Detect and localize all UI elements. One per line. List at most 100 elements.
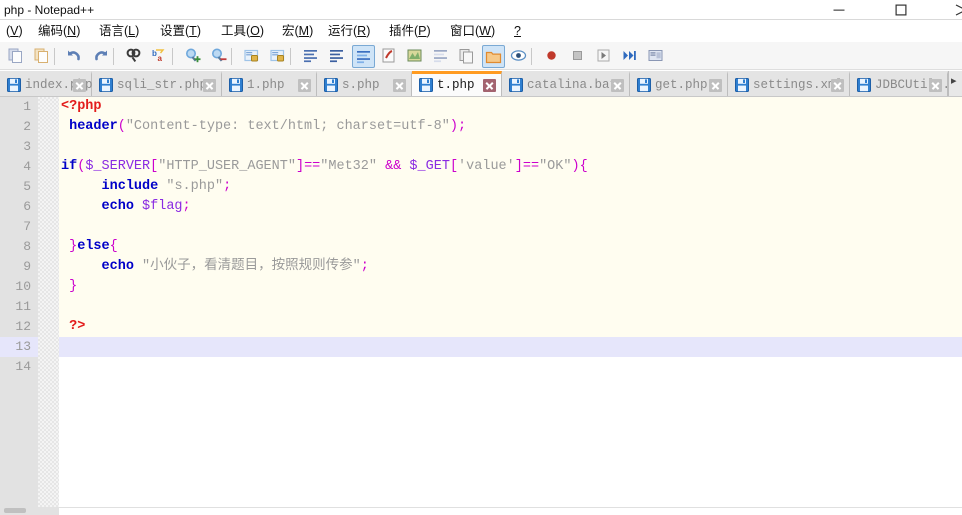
- code-line[interactable]: if($_SERVER["HTTP_USER_AGENT"]=="Met32" …: [59, 157, 962, 177]
- scroll-tabs-right-button[interactable]: [948, 71, 962, 96]
- menu-item-v[interactable]: (V): [4, 23, 25, 40]
- line-number: 10: [15, 279, 31, 294]
- menu-item-help[interactable]: ?: [512, 23, 523, 40]
- title-bar: php - Notepad++: [0, 0, 962, 20]
- tab-sqli-str-php[interactable]: sqli_str.php: [92, 71, 222, 96]
- user-define-icon[interactable]: [378, 45, 401, 68]
- tab-index-php[interactable]: index.php: [0, 71, 93, 96]
- run-multi-macro-icon[interactable]: [619, 45, 642, 68]
- line-number-gutter: 1 2 3 4 5 6 7 8 9 10 11 12 13 14: [0, 97, 38, 507]
- code-line[interactable]: [59, 137, 962, 157]
- menu-item-r[interactable]: 运行(R): [326, 23, 372, 40]
- tab-close-icon[interactable]: [611, 79, 624, 92]
- tab-close-icon[interactable]: [393, 79, 406, 92]
- save-macro-icon[interactable]: [645, 45, 668, 68]
- tab-1-php[interactable]: 1.php: [222, 71, 317, 96]
- word-wrap-icon[interactable]: [300, 45, 323, 68]
- tab-close-icon[interactable]: [203, 79, 216, 92]
- play-macro-icon[interactable]: [593, 45, 616, 68]
- code-line[interactable]: [59, 297, 962, 317]
- code-line[interactable]: header("Content-type: text/html; charset…: [59, 117, 962, 137]
- monitoring-icon[interactable]: [508, 45, 531, 68]
- code-line[interactable]: }else{: [59, 237, 962, 257]
- sync-vertical-icon-glyph: [244, 49, 259, 62]
- code-token: }: [69, 239, 78, 254]
- tab-settings-xml[interactable]: settings.xml: [728, 71, 850, 96]
- function-list-icon[interactable]: [430, 45, 453, 68]
- horizontal-scrollbar-thumb[interactable]: [4, 508, 26, 513]
- find-icon[interactable]: [123, 45, 146, 68]
- zoom-out-icon[interactable]: [208, 45, 231, 68]
- tab-jdbcutils-class[interactable]: JDBCUtils.class: [850, 71, 962, 96]
- code-line[interactable]: echo "小伙子，看清题目，按照规则传参";: [59, 257, 962, 277]
- code-line[interactable]: [59, 217, 962, 237]
- code-token: "Content-type: text/html; charset=utf-8": [125, 119, 450, 134]
- code-content[interactable]: <?php header("Content-type: text/html; c…: [59, 97, 962, 507]
- undo-icon[interactable]: [64, 45, 87, 68]
- code-line[interactable]: }: [59, 277, 962, 297]
- code-token: ?>: [69, 319, 86, 334]
- tab-close-icon[interactable]: [709, 79, 722, 92]
- sync-horizontal-icon[interactable]: [267, 45, 290, 68]
- menu-item-t[interactable]: 设置(T): [158, 23, 203, 40]
- tab-close-icon[interactable]: [831, 79, 844, 92]
- menu-item-m[interactable]: 宏(M): [280, 23, 315, 40]
- menu-item-o[interactable]: 工具(O): [219, 23, 266, 40]
- tab-close-icon[interactable]: [483, 79, 496, 92]
- stop-macro-icon[interactable]: [567, 45, 590, 68]
- replace-icon[interactable]: ba: [149, 45, 172, 68]
- line-number: 3: [23, 139, 31, 154]
- fold-margin[interactable]: [38, 97, 93, 507]
- run-multi-macro-icon-glyph: [623, 51, 636, 60]
- code-line[interactable]: <?php: [59, 97, 962, 117]
- menu-item-p[interactable]: 插件(P): [387, 23, 433, 40]
- tab-close-icon[interactable]: [73, 79, 86, 92]
- redo-icon-glyph: [95, 50, 107, 61]
- tab-close-icon[interactable]: [298, 79, 311, 92]
- code-token: ;: [182, 199, 191, 214]
- indent-guide-icon[interactable]: [352, 45, 375, 68]
- code-line[interactable]: include "s.php";: [59, 177, 962, 197]
- folder-explorer-icon[interactable]: [482, 45, 505, 68]
- tab-s-php[interactable]: s.php: [317, 71, 412, 96]
- doc-switcher-icon[interactable]: [456, 45, 479, 68]
- doc-map-icon-glyph: [407, 49, 422, 62]
- line-number: 11: [15, 299, 31, 314]
- zoom-in-icon[interactable]: [182, 45, 205, 68]
- code-line[interactable]: [59, 357, 962, 377]
- minimize-button[interactable]: [816, 0, 862, 20]
- tab-t-php[interactable]: t.php: [412, 71, 502, 96]
- redo-icon[interactable]: [90, 45, 113, 68]
- show-all-chars-icon[interactable]: [326, 45, 349, 68]
- sync-vertical-icon[interactable]: [241, 45, 264, 68]
- tab-label: sqli_str.php: [117, 78, 208, 92]
- line-number: 6: [23, 199, 31, 214]
- close-button[interactable]: [938, 0, 962, 20]
- code-line[interactable]: echo $flag;: [59, 197, 962, 217]
- line-number: 5: [23, 179, 31, 194]
- menu-item-n[interactable]: 编码(N): [36, 23, 82, 40]
- record-macro-icon[interactable]: [541, 45, 564, 68]
- maximize-button[interactable]: [878, 0, 924, 20]
- menu-item-w[interactable]: 窗口(W): [448, 23, 497, 40]
- copy-icon[interactable]: [5, 45, 28, 68]
- code-token: $flag: [142, 199, 183, 214]
- paste-icon[interactable]: [31, 45, 54, 68]
- svg-text:a: a: [158, 54, 163, 63]
- monitoring-icon-glyph: [510, 50, 527, 61]
- tab-close-icon[interactable]: [929, 79, 942, 92]
- status-strip: [0, 507, 962, 515]
- doc-map-icon[interactable]: [404, 45, 427, 68]
- code-token: ;: [360, 259, 369, 274]
- code-line[interactable]: [59, 337, 962, 357]
- code-token: ): [449, 119, 458, 134]
- editor-area[interactable]: 1 2 3 4 5 6 7 8 9 10 11 12 13 14 <?php header("Conten…: [0, 97, 962, 507]
- tab-catalina-bat[interactable]: catalina.bat: [502, 71, 630, 96]
- toolbar-separator: [54, 48, 55, 65]
- code-line[interactable]: ?>: [59, 317, 962, 337]
- tab-get-php[interactable]: get.php: [630, 71, 728, 96]
- menu-item-l[interactable]: 语言(L): [97, 23, 141, 40]
